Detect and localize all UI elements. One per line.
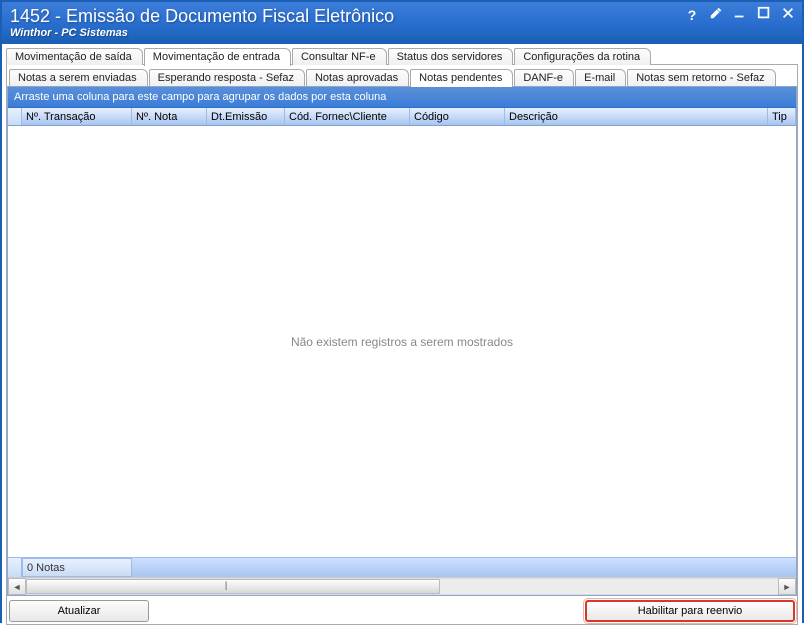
tab-mov-entrada[interactable]: Movimentação de entrada bbox=[144, 48, 291, 66]
titlebar: 1452 - Emissão de Documento Fiscal Eletr… bbox=[2, 2, 802, 44]
group-by-bar[interactable]: Arraste uma coluna para este campo para … bbox=[8, 87, 796, 108]
close-icon[interactable] bbox=[780, 6, 796, 23]
grid-header: Nº. Transação Nº. Nota Dt.Emissão Cód. F… bbox=[8, 108, 796, 126]
titlebar-controls: ? bbox=[684, 6, 796, 23]
footer-count: 0 Notas bbox=[22, 558, 132, 577]
window-title: 1452 - Emissão de Documento Fiscal Eletr… bbox=[10, 6, 794, 27]
scroll-track[interactable] bbox=[26, 578, 778, 595]
col-descricao[interactable]: Descrição bbox=[505, 108, 768, 125]
col-transacao[interactable]: Nº. Transação bbox=[22, 108, 132, 125]
minimize-icon[interactable] bbox=[732, 6, 748, 23]
tab-consultar-nfe[interactable]: Consultar NF-e bbox=[292, 48, 387, 65]
col-tipo[interactable]: Tip bbox=[768, 108, 796, 125]
row-indicator-header bbox=[8, 108, 22, 125]
content-area: Movimentação de saída Movimentação de en… bbox=[2, 44, 802, 629]
row-indicator-footer bbox=[8, 558, 22, 577]
col-fornec-cliente[interactable]: Cód. Fornec\Cliente bbox=[285, 108, 410, 125]
grid-footer: 0 Notas bbox=[8, 557, 796, 577]
primary-tabs: Movimentação de saída Movimentação de en… bbox=[6, 48, 798, 65]
resend-button[interactable]: Habilitar para reenvio bbox=[585, 600, 795, 622]
tab-notas-sem-retorno[interactable]: Notas sem retorno - Sefaz bbox=[627, 69, 775, 86]
grid-empty-text: Não existem registros a serem mostrados bbox=[291, 335, 513, 349]
tab-notas-pendentes[interactable]: Notas pendentes bbox=[410, 69, 513, 87]
horizontal-scrollbar[interactable]: ◄ ► bbox=[8, 577, 796, 595]
tab-status-servidores[interactable]: Status dos servidores bbox=[388, 48, 514, 65]
tab-notas-enviar[interactable]: Notas a serem enviadas bbox=[9, 69, 148, 86]
window-subtitle: Winthor - PC Sistemas bbox=[10, 27, 794, 39]
grid-panel: Arraste uma coluna para este campo para … bbox=[7, 86, 797, 596]
tab-esperando-resposta[interactable]: Esperando resposta - Sefaz bbox=[149, 69, 305, 86]
tab-email[interactable]: E-mail bbox=[575, 69, 626, 86]
tab-notas-aprovadas[interactable]: Notas aprovadas bbox=[306, 69, 409, 86]
help-icon[interactable]: ? bbox=[684, 7, 700, 23]
secondary-tabs: Notas a serem enviadas Esperando respost… bbox=[7, 69, 797, 86]
col-nota[interactable]: Nº. Nota bbox=[132, 108, 207, 125]
grid-body: Não existem registros a serem mostrados bbox=[8, 126, 796, 557]
col-dtemissao[interactable]: Dt.Emissão bbox=[207, 108, 285, 125]
update-button[interactable]: Atualizar bbox=[9, 600, 149, 622]
scroll-right-icon[interactable]: ► bbox=[778, 578, 796, 595]
maximize-icon[interactable] bbox=[756, 6, 772, 23]
tab-danfe[interactable]: DANF-e bbox=[514, 69, 574, 86]
scroll-left-icon[interactable]: ◄ bbox=[8, 578, 26, 595]
tab-mov-saida[interactable]: Movimentação de saída bbox=[6, 48, 143, 65]
button-row: Atualizar Habilitar para reenvio bbox=[7, 596, 797, 624]
scroll-thumb[interactable] bbox=[26, 579, 440, 594]
edit-icon[interactable] bbox=[708, 6, 724, 23]
tab-config-rotina[interactable]: Configurações da rotina bbox=[514, 48, 651, 65]
col-codigo[interactable]: Código bbox=[410, 108, 505, 125]
